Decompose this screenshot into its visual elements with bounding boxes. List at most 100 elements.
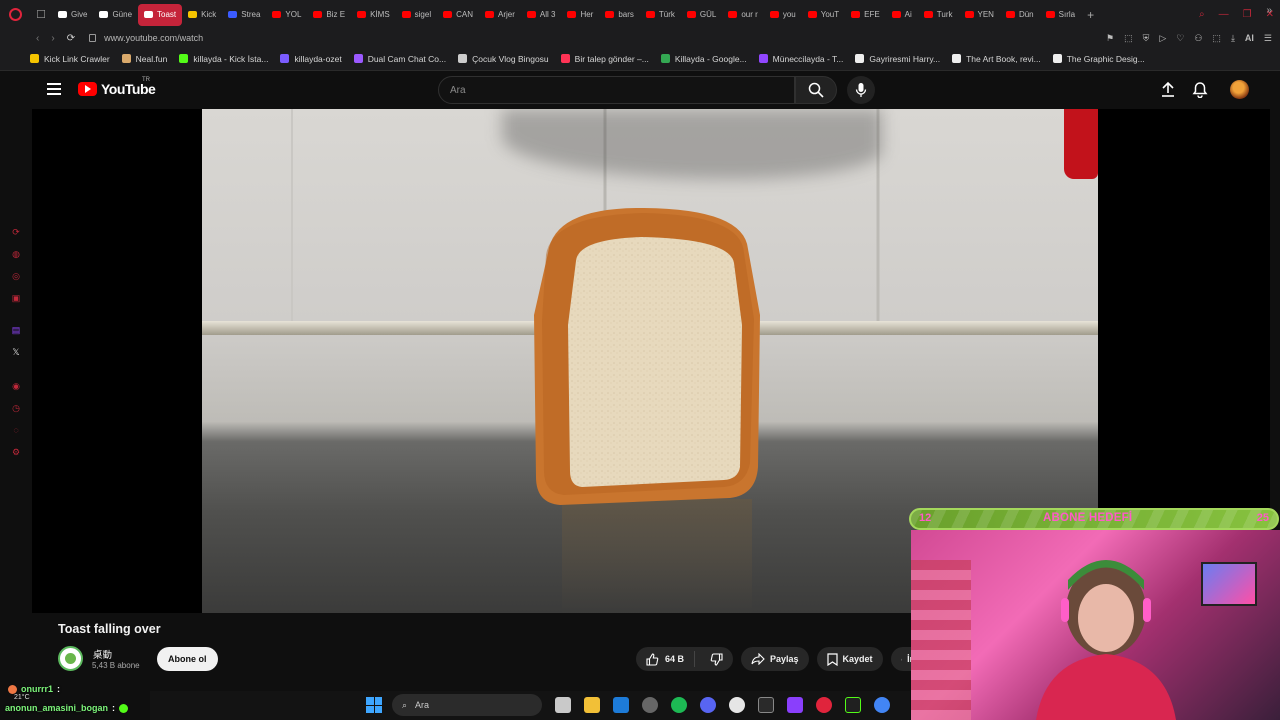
minimize-icon[interactable]: — bbox=[1219, 9, 1229, 20]
browser-tab[interactable]: GÜL bbox=[681, 4, 722, 26]
settings-icon[interactable]: ⚙ bbox=[10, 446, 22, 458]
steam-icon[interactable] bbox=[729, 697, 745, 713]
browser-tab[interactable]: KİMS bbox=[351, 4, 396, 26]
download-icon[interactable]: ⤓ bbox=[1231, 33, 1235, 44]
new-tab-button[interactable]: + bbox=[1087, 8, 1094, 22]
opera-taskbar-icon[interactable] bbox=[816, 697, 832, 713]
browser-tab[interactable]: Dün bbox=[1000, 4, 1040, 26]
play-icon[interactable]: ▷ bbox=[1159, 33, 1166, 44]
bookmark-label: Dual Cam Chat Co... bbox=[367, 53, 447, 64]
forward-icon[interactable]: › bbox=[51, 33, 54, 44]
browser-tab[interactable]: sigel bbox=[396, 4, 437, 26]
channel-avatar[interactable] bbox=[58, 646, 83, 671]
file-explorer-icon[interactable] bbox=[584, 697, 600, 713]
windows-start-icon[interactable] bbox=[366, 697, 382, 713]
x-icon[interactable]: 𝕏 bbox=[10, 346, 22, 358]
menu-icon[interactable]: ☰ bbox=[1264, 33, 1272, 44]
snapshot-icon[interactable]: ⬚ bbox=[1124, 33, 1133, 44]
extensions-icon[interactable]: ⬚ bbox=[1212, 33, 1221, 44]
browser-tab[interactable]: Kick bbox=[182, 4, 222, 26]
browser-tab[interactable]: CAN bbox=[437, 4, 479, 26]
search-button[interactable] bbox=[795, 76, 837, 104]
url-field[interactable]: www.youtube.com/watch bbox=[89, 33, 203, 43]
bookmark-item[interactable]: Kick Link Crawler bbox=[30, 54, 110, 64]
obs-icon[interactable] bbox=[642, 697, 658, 713]
outlook-icon[interactable] bbox=[613, 697, 629, 713]
bookmark-item[interactable]: Müneccilayda - T... bbox=[758, 54, 843, 64]
browser-tab[interactable]: Her bbox=[561, 4, 599, 26]
browser-tab[interactable]: YEN bbox=[959, 4, 1000, 26]
browser-tab[interactable]: Toast bbox=[138, 3, 183, 26]
bookmark-item[interactable]: killayda-ozet bbox=[280, 54, 342, 64]
browser-tab[interactable]: you bbox=[764, 4, 802, 26]
terminal-icon[interactable] bbox=[845, 697, 861, 713]
browser-tab[interactable]: Strea bbox=[222, 4, 266, 26]
reload-icon[interactable]: ⟳ bbox=[67, 33, 75, 44]
taskbar-search[interactable]: ⌕ Ara bbox=[392, 694, 542, 716]
browser-tab[interactable]: EFE bbox=[845, 4, 886, 26]
browser-tab[interactable]: Güne bbox=[93, 4, 138, 26]
back-icon[interactable]: ‹ bbox=[36, 33, 39, 44]
twitch-icon[interactable]: ▤ bbox=[10, 324, 22, 336]
instagram-icon[interactable]: ◎ bbox=[10, 270, 22, 282]
history-icon[interactable]: ◷ bbox=[10, 402, 22, 414]
voice-search-button[interactable] bbox=[847, 76, 875, 104]
bookmark-item[interactable]: Killayda - Google... bbox=[660, 54, 747, 64]
browser-tab[interactable]: Turk bbox=[918, 4, 959, 26]
subscribe-button[interactable]: Abone ol bbox=[157, 647, 218, 671]
ai-button[interactable]: AI bbox=[1245, 33, 1254, 43]
discord-icon[interactable] bbox=[700, 697, 716, 713]
browser-tab[interactable]: bars bbox=[599, 4, 640, 26]
account-icon[interactable]: ⚇ bbox=[1194, 33, 1202, 44]
dislike-button[interactable] bbox=[700, 652, 733, 666]
browser-tab[interactable]: Ai bbox=[886, 4, 918, 26]
heart-icon[interactable]: ♡ bbox=[1176, 33, 1184, 44]
bookmark-item[interactable]: The Art Book, revi... bbox=[952, 54, 1041, 64]
tab-favicon-icon bbox=[686, 11, 696, 18]
bookmark-item[interactable]: Neal.fun bbox=[121, 54, 167, 64]
pinboard-icon[interactable]: ◌ bbox=[10, 424, 22, 436]
bookmark-page-icon[interactable]: ⚑ bbox=[1106, 33, 1114, 44]
app-icon[interactable] bbox=[758, 697, 774, 713]
browser-tab[interactable]: YouT bbox=[802, 4, 845, 26]
browser-tab[interactable]: Arjer bbox=[479, 4, 521, 26]
shield-icon[interactable]: ⛨ bbox=[1143, 33, 1150, 44]
browser-tab[interactable]: All 3 bbox=[521, 4, 562, 26]
browser-tab[interactable]: our r bbox=[722, 4, 763, 26]
mail-icon[interactable]: ▣ bbox=[10, 292, 22, 304]
spotify-icon[interactable] bbox=[671, 697, 687, 713]
channel-name[interactable]: 桌動 bbox=[93, 647, 112, 661]
bookmark-item[interactable]: Gayriresmi Harry... bbox=[855, 54, 940, 64]
aria-icon[interactable]: ⟳ bbox=[10, 226, 22, 238]
maximize-icon[interactable]: ❐ bbox=[1243, 9, 1252, 20]
browser-tab[interactable]: Türk bbox=[640, 4, 681, 26]
browser-tab[interactable]: Sırla bbox=[1040, 4, 1081, 26]
browser-tab[interactable]: YOL bbox=[266, 4, 307, 26]
bookmark-item[interactable]: Bir talep gönder –... bbox=[560, 54, 649, 64]
share-button[interactable]: Paylaş bbox=[741, 647, 809, 671]
account-avatar[interactable] bbox=[1230, 80, 1249, 99]
bookmark-item[interactable]: The Graphic Desig... bbox=[1052, 54, 1145, 64]
notifications-button[interactable] bbox=[1192, 81, 1208, 103]
browser-tab[interactable]: Biz E bbox=[307, 4, 351, 26]
browser-tab[interactable]: Give bbox=[52, 4, 93, 26]
search-tabs-icon[interactable]: ⌕ bbox=[1199, 9, 1205, 20]
bookmark-item[interactable]: killayda - Kick İsta... bbox=[179, 54, 268, 64]
opera-logo-icon[interactable] bbox=[0, 0, 30, 29]
tab-list: Give Güne Toast Kick Strea YOL Biz E KİMS sigel C… bbox=[52, 0, 1081, 29]
search-input[interactable] bbox=[450, 84, 794, 96]
hamburger-menu-icon[interactable] bbox=[47, 83, 61, 95]
chrome-icon[interactable] bbox=[874, 697, 890, 713]
task-view-icon[interactable] bbox=[555, 697, 571, 713]
grid-app-icon[interactable] bbox=[787, 697, 803, 713]
like-button[interactable]: 64 B bbox=[636, 651, 696, 667]
save-button[interactable]: Kaydet bbox=[816, 647, 883, 671]
player-icon[interactable]: ◉ bbox=[10, 380, 22, 392]
tab-menu-icon[interactable]: ☐ bbox=[30, 0, 52, 29]
bookmark-item[interactable]: Çocuk Vlog Bingosu bbox=[458, 54, 549, 64]
messenger-icon[interactable]: ◍ bbox=[10, 248, 22, 260]
bookmarks-overflow-icon[interactable]: » bbox=[1266, 5, 1272, 16]
bookmark-item[interactable]: Dual Cam Chat Co... bbox=[353, 53, 447, 64]
youtube-logo[interactable]: YouTube TR bbox=[78, 77, 156, 97]
upload-button[interactable] bbox=[1160, 81, 1176, 103]
